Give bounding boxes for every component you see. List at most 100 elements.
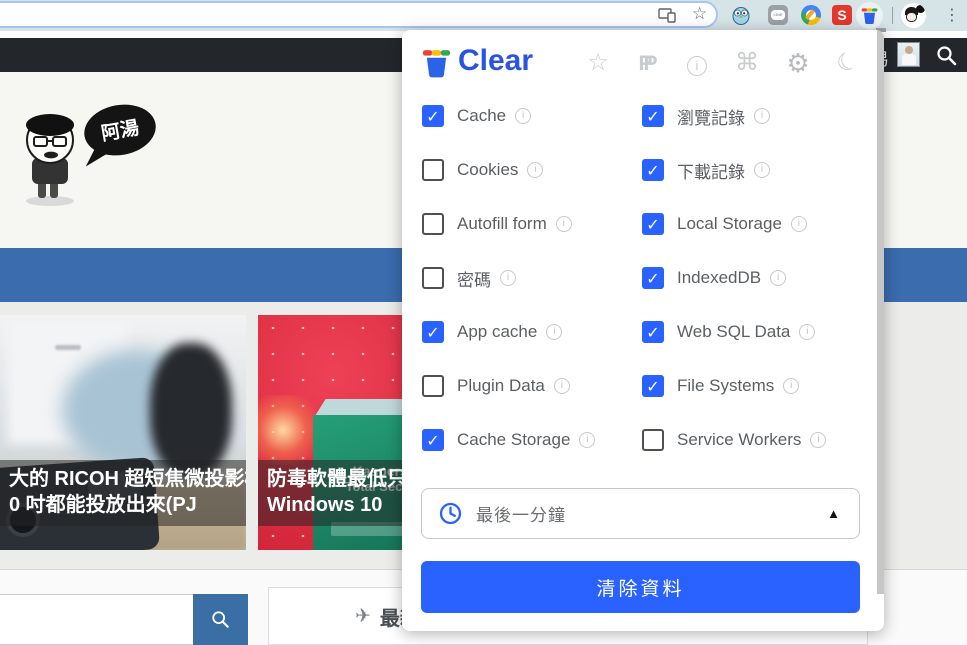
caret-up-icon: [827, 506, 840, 521]
cookies-row: Cookies: [422, 159, 543, 181]
avatar-head: [905, 46, 913, 54]
file-systems-checkbox[interactable]: [642, 375, 664, 397]
avatar-speech-dot: [916, 5, 925, 13]
app-cache-checkbox[interactable]: [422, 321, 444, 343]
autofill-form-row: Autofill form: [422, 213, 572, 235]
popup-title: Clear: [458, 44, 533, 78]
photo-dark-cat: [150, 343, 232, 478]
info-icon[interactable]: [810, 432, 826, 448]
time-range-select[interactable]: 最後一分鐘: [421, 488, 860, 539]
about-info-icon[interactable]: [684, 50, 710, 76]
file-systems-row: File Systems: [642, 375, 799, 397]
passwords-label: 密碼: [457, 266, 491, 291]
browsing-history-checkbox[interactable]: [642, 105, 664, 127]
plugin-data-checkbox[interactable]: [422, 375, 444, 397]
local-storage-label: Local Storage: [677, 214, 782, 234]
download-history-checkbox[interactable]: [642, 159, 664, 181]
passwords-row: 密碼: [422, 267, 516, 289]
browser-menu-icon[interactable]: [944, 5, 960, 25]
info-icon[interactable]: [799, 324, 815, 340]
info-icon[interactable]: [791, 216, 807, 232]
paper-plane-icon: [355, 605, 371, 628]
browsing-history-row: 瀏覽記錄: [642, 105, 770, 127]
info-icon[interactable]: [546, 324, 562, 340]
download-history-label: 下載記錄: [677, 158, 745, 183]
cache-row: Cache: [422, 105, 531, 127]
web-sql-data-row: Web SQL Data: [642, 321, 815, 343]
service-workers-label: Service Workers: [677, 430, 801, 450]
article-title-overlay: 大的 RICOH 超短焦微投影機開 0 吋都能投放出來(PJ: [0, 460, 246, 526]
browser-toolbar: LINE S: [0, 0, 967, 31]
bookmark-star-icon[interactable]: [692, 4, 707, 24]
passwords-checkbox[interactable]: [422, 267, 444, 289]
site-search-button[interactable]: [193, 594, 248, 645]
site-author-avatar[interactable]: [897, 42, 920, 67]
cache-checkbox[interactable]: [422, 105, 444, 127]
article-card-projector[interactable]: 大的 RICOH 超短焦微投影機開 0 吋都能投放出來(PJ: [0, 315, 246, 550]
plugin-data-label: Plugin Data: [457, 376, 545, 396]
local-storage-row: Local Storage: [642, 213, 807, 235]
gopher-extension-icon[interactable]: [731, 5, 751, 25]
info-icon[interactable]: [754, 108, 770, 124]
clock-icon: [439, 502, 462, 525]
indexeddb-label: IndexedDB: [677, 268, 761, 288]
plugin-data-row: Plugin Data: [422, 375, 570, 397]
paypal-donate-icon[interactable]: [635, 50, 661, 77]
info-icon[interactable]: [579, 432, 595, 448]
dark-mode-moon-icon[interactable]: [835, 50, 861, 76]
send-to-device-icon[interactable]: [658, 8, 676, 23]
line-extension-icon[interactable]: LINE: [768, 5, 788, 25]
info-icon[interactable]: [554, 378, 570, 394]
s-extension-icon[interactable]: S: [832, 5, 852, 25]
google-extension-icon[interactable]: [801, 5, 821, 25]
article-title-line1: 大的 RICOH 超短焦微投影機開: [9, 466, 237, 492]
avatar-body: [902, 54, 916, 65]
info-icon[interactable]: [783, 378, 799, 394]
profile-avatar[interactable]: [901, 3, 926, 28]
favorite-star-icon[interactable]: [585, 50, 611, 76]
avatar-face: [906, 12, 917, 22]
indexeddb-row: IndexedDB: [642, 267, 786, 289]
bucket-icon: [860, 6, 879, 25]
info-icon[interactable]: [770, 270, 786, 286]
web-sql-data-checkbox[interactable]: [642, 321, 664, 343]
cache-storage-label: Cache Storage: [457, 430, 570, 450]
info-icon[interactable]: [500, 270, 516, 286]
cookies-label: Cookies: [457, 160, 518, 180]
article-title-line2: 0 吋都能投放出來(PJ: [9, 492, 237, 518]
clear-logo-bucket-icon: [420, 46, 453, 79]
site-search-icon[interactable]: [936, 45, 957, 66]
cache-storage-row: Cache Storage: [422, 429, 595, 451]
screen: LINE S 易: [0, 0, 967, 645]
file-systems-label: File Systems: [677, 376, 774, 396]
clear-extension-popup: Clear Cache Cookies Autofill form 密碼: [402, 30, 884, 631]
app-cache-label: App cache: [457, 322, 537, 342]
web-sql-data-label: Web SQL Data: [677, 322, 790, 342]
clear-extension-icon-active[interactable]: [856, 2, 883, 29]
service-workers-row: Service Workers: [642, 429, 826, 451]
address-bar[interactable]: [0, 1, 718, 28]
shortcut-command-icon[interactable]: [734, 50, 760, 76]
info-icon[interactable]: [527, 162, 543, 178]
line-extension-label: LINE: [771, 10, 785, 20]
photo-drawer-knob: [55, 345, 81, 350]
site-mascot-doodle: 阿湯: [8, 100, 168, 208]
app-cache-row: App cache: [422, 321, 562, 343]
cookies-checkbox[interactable]: [422, 159, 444, 181]
cache-label: Cache: [457, 106, 506, 126]
info-icon[interactable]: [754, 162, 770, 178]
service-workers-checkbox[interactable]: [642, 429, 664, 451]
toolbar-divider: [892, 7, 893, 24]
local-storage-checkbox[interactable]: [642, 213, 664, 235]
cache-storage-checkbox[interactable]: [422, 429, 444, 451]
download-history-row: 下載記錄: [642, 159, 770, 181]
info-icon[interactable]: [556, 216, 572, 232]
settings-gear-icon[interactable]: [785, 50, 811, 78]
indexeddb-checkbox[interactable]: [642, 267, 664, 289]
search-icon: [211, 610, 230, 629]
clear-data-button[interactable]: 清除資料: [421, 561, 860, 613]
info-icon[interactable]: [515, 108, 531, 124]
autofill-form-checkbox[interactable]: [422, 213, 444, 235]
popup-scrollbar[interactable]: [877, 30, 884, 594]
site-search-input[interactable]: [0, 594, 194, 645]
